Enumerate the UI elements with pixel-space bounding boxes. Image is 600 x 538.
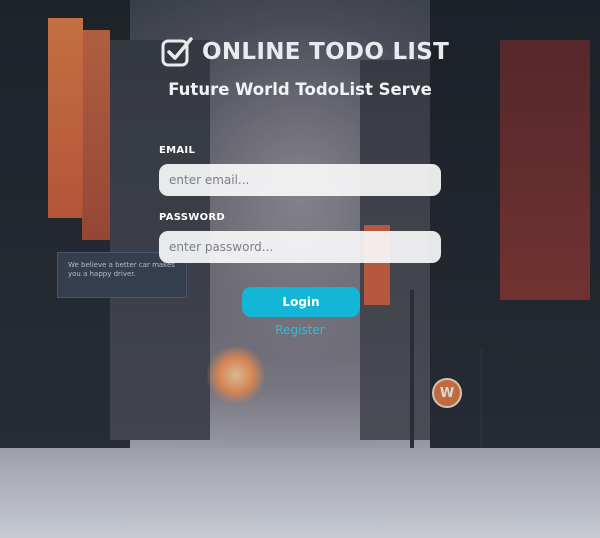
checkbox-icon [161,37,193,67]
app-title: ONLINE TODO LIST [202,39,450,65]
page-subtitle: Future World TodoList Serve [168,80,432,99]
brand-header: ONLINE TODO LIST [160,34,450,70]
email-label: EMAIL [159,145,196,156]
login-button[interactable]: Login [242,287,360,317]
password-label: PASSWORD [159,212,226,223]
email-input[interactable] [159,164,441,196]
register-link[interactable]: Register [0,323,600,337]
password-input[interactable] [159,231,441,263]
